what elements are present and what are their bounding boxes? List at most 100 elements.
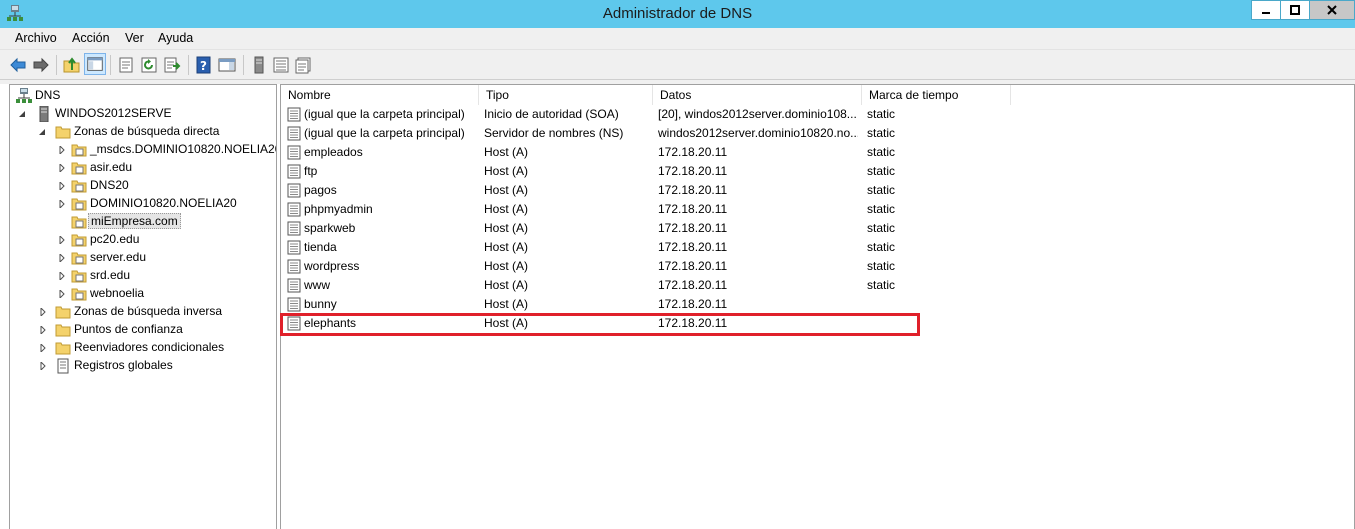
maximize-icon: [1290, 5, 1300, 15]
folder-icon: [55, 306, 71, 319]
record-type: Host (A): [484, 164, 529, 178]
record-timestamp: static: [867, 183, 896, 197]
menu-bar: Archivo Acción Ver Ayuda: [0, 28, 1355, 50]
back-icon[interactable]: [9, 56, 27, 74]
collapsed-arrow-icon[interactable]: [39, 362, 47, 370]
record-name: ftp: [304, 164, 318, 178]
record-type: Inicio de autoridad (SOA): [484, 107, 619, 121]
tree-label: asir.edu: [90, 160, 133, 174]
close-button[interactable]: [1309, 0, 1355, 20]
collapsed-arrow-icon[interactable]: [39, 344, 47, 352]
show-hide-action-pane-icon[interactable]: [218, 56, 236, 74]
collapsed-arrow-icon[interactable]: [39, 308, 47, 316]
tree-label: _msdcs.DOMINIO10820.NOELIA20: [90, 142, 277, 156]
table-row[interactable]: ftp Host (A) 172.18.20.11 static: [281, 162, 1354, 181]
collapsed-arrow-icon[interactable]: [58, 236, 66, 244]
record-data: 172.18.20.11: [658, 221, 728, 235]
properties-icon[interactable]: [117, 56, 135, 74]
tree-item-global-logs[interactable]: Registros globales: [14, 357, 274, 375]
tree-item-conditional-forwarders[interactable]: Reenviadores condicionales: [14, 339, 274, 357]
column-header-marca-de-tiempo[interactable]: Marca de tiempo: [862, 85, 1011, 105]
tree-label: Puntos de confianza: [74, 322, 183, 336]
tree-item-reverse-zones[interactable]: Zonas de búsqueda inversa: [14, 303, 274, 321]
record-timestamp: static: [867, 145, 896, 159]
menu-archivo[interactable]: Archivo: [15, 31, 57, 45]
tree-item-forward-zones[interactable]: Zonas de búsqueda directa: [14, 123, 274, 141]
record-name: empleados: [304, 145, 363, 159]
toolbar-separator: [110, 55, 111, 75]
menu-ayuda[interactable]: Ayuda: [158, 31, 193, 45]
export-list-icon[interactable]: [163, 56, 181, 74]
forward-icon[interactable]: [32, 56, 50, 74]
tree-item-dns[interactable]: DNS: [14, 87, 274, 105]
tree-item-zone[interactable]: DOMINIO10820.NOELIA20: [14, 195, 274, 213]
collapsed-arrow-icon[interactable]: [58, 146, 66, 154]
table-row[interactable]: bunny Host (A) 172.18.20.11: [281, 295, 1354, 314]
record-name: (igual que la carpeta principal): [304, 126, 465, 140]
help-icon[interactable]: ?: [195, 56, 213, 74]
table-row[interactable]: tienda Host (A) 172.18.20.11 static: [281, 238, 1354, 257]
detail-icon[interactable]: [294, 56, 312, 74]
table-row[interactable]: pagos Host (A) 172.18.20.11 static: [281, 181, 1354, 200]
record-data: 172.18.20.11: [658, 183, 728, 197]
column-header-tipo[interactable]: Tipo: [479, 85, 653, 105]
tree-item-zone-selected[interactable]: miEmpresa.com: [14, 213, 274, 231]
tree-item-zone[interactable]: pc20.edu: [14, 231, 274, 249]
menu-ver[interactable]: Ver: [125, 31, 144, 45]
zone-folder-icon: [71, 144, 87, 157]
toolbar-separator: [56, 55, 57, 75]
expanded-arrow-icon[interactable]: [18, 110, 26, 118]
tree-item-zone[interactable]: asir.edu: [14, 159, 274, 177]
record-icon: [287, 107, 301, 122]
record-data: 172.18.20.11: [658, 164, 728, 178]
console-tree-pane[interactable]: DNS WINDOS2012SERVE Zonas de búsqueda di…: [9, 84, 277, 529]
table-row[interactable]: wordpress Host (A) 172.18.20.11 static: [281, 257, 1354, 276]
table-row[interactable]: sparkweb Host (A) 172.18.20.11 static: [281, 219, 1354, 238]
tree-label: WINDOS2012SERVE: [55, 106, 172, 120]
record-type: Host (A): [484, 297, 529, 311]
highlight-box: [280, 313, 920, 336]
record-timestamp: static: [867, 164, 896, 178]
expanded-arrow-icon[interactable]: [38, 128, 46, 136]
tree-item-zone[interactable]: server.edu: [14, 249, 274, 267]
collapsed-arrow-icon[interactable]: [58, 182, 66, 190]
collapsed-arrow-icon[interactable]: [58, 164, 66, 172]
tree-item-trust-points[interactable]: Puntos de confianza: [14, 321, 274, 339]
column-header-nombre[interactable]: Nombre: [281, 85, 479, 105]
collapsed-arrow-icon[interactable]: [58, 254, 66, 262]
collapsed-arrow-icon[interactable]: [39, 326, 47, 334]
collapsed-arrow-icon[interactable]: [58, 200, 66, 208]
show-hide-tree-icon[interactable]: [84, 53, 106, 75]
table-row[interactable]: empleados Host (A) 172.18.20.11 static: [281, 143, 1354, 162]
toolbar-separator: [188, 55, 189, 75]
column-header-datos[interactable]: Datos: [653, 85, 862, 105]
tree-item-zone[interactable]: srd.edu: [14, 267, 274, 285]
collapsed-arrow-icon[interactable]: [58, 290, 66, 298]
table-row[interactable]: (igual que la carpeta principal) Inicio d…: [281, 105, 1354, 124]
tree-item-zone[interactable]: DNS20: [14, 177, 274, 195]
zone-folder-icon: [71, 216, 87, 229]
tree-label: DNS: [35, 88, 61, 102]
record-data: 172.18.20.11: [658, 202, 728, 216]
tree-item-zone[interactable]: _msdcs.DOMINIO10820.NOELIA20: [14, 141, 277, 159]
tree-item-zone[interactable]: webnoelia: [14, 285, 274, 303]
record-name: phpmyadmin: [304, 202, 373, 216]
folder-icon: [55, 126, 71, 139]
menu-accion[interactable]: Acción: [72, 31, 110, 45]
zone-folder-icon: [71, 270, 87, 283]
records-list-pane[interactable]: Nombre Tipo Datos Marca de tiempo (igual…: [280, 84, 1355, 529]
list-icon[interactable]: [272, 56, 290, 74]
record-type: Host (A): [484, 259, 529, 273]
minimize-button[interactable]: [1251, 0, 1281, 20]
window-title: Administrador de DNS: [602, 5, 753, 22]
tree-item-server[interactable]: WINDOS2012SERVE: [14, 105, 274, 123]
table-row[interactable]: www Host (A) 172.18.20.11 static: [281, 276, 1354, 295]
table-row[interactable]: phpmyadmin Host (A) 172.18.20.11 static: [281, 200, 1354, 219]
toolbar: ?: [0, 50, 1355, 80]
maximize-button[interactable]: [1280, 0, 1310, 20]
server-icon[interactable]: [250, 56, 268, 74]
table-row[interactable]: (igual que la carpeta principal) Servidor…: [281, 124, 1354, 143]
up-folder-icon[interactable]: [63, 56, 81, 74]
collapsed-arrow-icon[interactable]: [58, 272, 66, 280]
refresh-icon[interactable]: [140, 56, 158, 74]
